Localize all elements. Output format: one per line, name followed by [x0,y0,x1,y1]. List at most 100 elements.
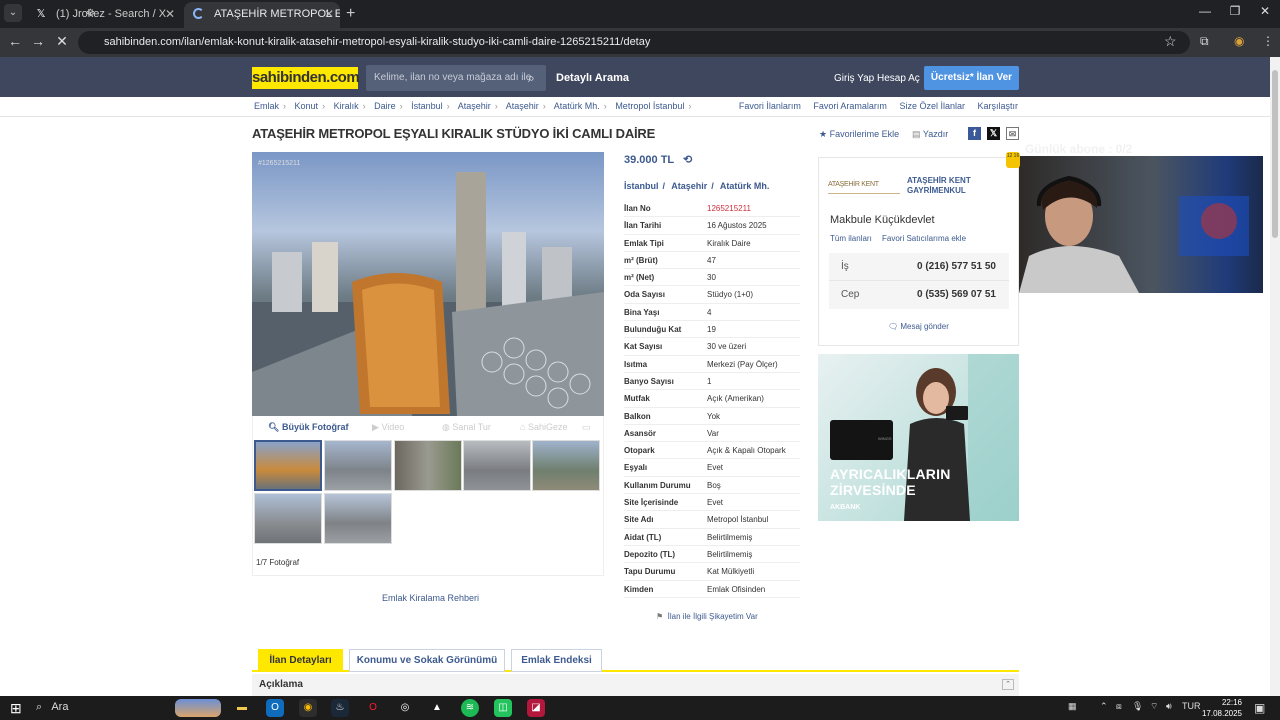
main-photo[interactable] [252,152,604,416]
email-share-icon[interactable]: ✉ [1006,127,1019,140]
print-button[interactable]: ▤ Yazdır [912,129,948,140]
x-share-icon[interactable]: 𝕏 [987,127,1000,140]
forward-button[interactable]: → [28,33,48,49]
thumbnail[interactable] [324,440,392,491]
browser-tab-active[interactable]: ATAŞEHİR METROPOL EŞYALI K ✕ [184,2,340,28]
breadcrumb-item[interactable]: İstanbul [411,101,443,111]
breadcrumb-item[interactable]: Konut [295,101,319,111]
extensions-icon[interactable]: ⧉ [1200,34,1209,49]
new-tab-button[interactable]: + [346,2,355,26]
location-district[interactable]: Ataşehir [671,181,707,191]
favorite-seller-link[interactable]: Favori Satıcılarıma ekle [882,234,966,243]
back-button[interactable]: ← [5,33,25,49]
search-icon[interactable]: ⌕ [528,71,535,86]
collapse-description-icon[interactable]: ⌃ [1002,679,1014,690]
microphone-icon[interactable]: 🎙︎ [1132,701,1143,712]
all-listings-link[interactable]: Tüm ilanları [830,234,872,243]
browser-tab-x[interactable]: 𝕏 (1) Jrokez - Search / X ✕ [26,2,181,28]
minimize-button[interactable]: — [1194,4,1216,18]
details-key: Isıtma [624,359,648,369]
login-link[interactable]: Giriş Yap [834,73,874,84]
app-icon[interactable]: ◪ [527,699,545,717]
site-logo[interactable]: sahibinden.com [252,67,360,89]
taskbar-search[interactable]: ⌕ Ara [36,701,68,714]
thumbnail[interactable] [254,440,322,491]
input-language[interactable]: TUR [1182,701,1201,711]
opera-icon[interactable]: O [364,699,382,717]
file-explorer-icon[interactable]: ▬ [233,699,251,717]
thumbnail[interactable] [254,493,322,544]
add-favorites-button[interactable]: ★ Favorilerime Ekle [819,129,899,140]
tab-search-button[interactable]: ⌄ [4,4,22,22]
breadcrumb-item[interactable]: Atatürk Mh. [554,101,600,111]
virtual-tour-button[interactable]: ◍ Sanal Tur [442,422,491,433]
favorite-searches-link[interactable]: Favori Aramalarım [813,101,887,111]
volume-icon[interactable]: 🔊︎ [1166,701,1172,712]
compare-link[interactable]: Karşılaştır [977,101,1018,111]
facebook-share-icon[interactable]: f [968,127,981,140]
advanced-search-link[interactable]: Detaylı Arama [556,72,629,84]
thumbnail[interactable] [324,493,392,544]
location-city[interactable]: İstanbul [624,181,659,191]
sahigeze-button[interactable]: ⌂ SahiGeze [520,422,567,432]
spotify-icon[interactable]: ≋ [461,699,479,717]
breadcrumb-item[interactable]: Metropol İstanbul [615,101,684,111]
tab-listing-details[interactable]: İlan Detayları [258,649,343,672]
app-icon[interactable]: ◫ [494,699,512,717]
app-icon[interactable]: ▲ [428,699,446,717]
scrollbar-thumb[interactable] [1272,70,1278,238]
breadcrumb-item[interactable]: Kiralık [334,101,359,111]
address-bar[interactable]: sahibinden.com/ilan/emlak-konut-kiralik-… [78,31,1190,54]
post-ad-button[interactable]: Ücretsiz* İlan Ver [924,66,1019,90]
thumbnail[interactable] [532,440,600,491]
favorite-listings-link[interactable]: Favori İlanlarım [739,101,801,111]
close-window-button[interactable]: ✕ [1254,4,1276,18]
profile-icon[interactable]: ◉ [1234,34,1244,48]
thumbnail[interactable] [463,440,531,491]
menu-icon[interactable]: ⋮ [1262,34,1274,48]
taskbar-widget-icon[interactable] [175,699,221,717]
restore-button[interactable]: ❐ [1224,4,1246,18]
breadcrumb-item[interactable]: Emlak [254,101,279,111]
location-neighborhood[interactable]: Atatürk Mh. [720,181,770,191]
obs-icon[interactable]: ◎ [396,699,414,717]
big-photo-button[interactable]: 🔍︎ Büyük Fotoğraf [268,422,348,433]
video-label: Video [381,422,405,432]
phone-number[interactable]: 0 (535) 569 07 51 [917,289,996,300]
outlook-icon[interactable]: O [266,699,284,717]
thumbnail[interactable] [394,440,462,491]
tray-icon[interactable]: ⧈ [1116,701,1122,712]
tray-overflow-icon[interactable]: ⌃ [1100,701,1108,712]
agency-logo[interactable]: ATAŞEHİR KENT [828,176,900,194]
notification-icon[interactable]: ▣ [1254,701,1265,715]
report-listing-link[interactable]: ⚑ İlan ile İlgili Şikayetim Var [656,612,758,621]
advertisement-banner[interactable]: WINGS AYRICALIKLARIN ZİRVESİNDE AKBANK [818,354,1019,521]
details-row: Aidat (TL) Belirtilmemiş [624,529,800,546]
taskbar-clock[interactable]: 22:16 17.08.2025 [1200,697,1242,719]
close-tab-icon[interactable]: ✕ [165,2,175,26]
special-listings-link[interactable]: Size Özel İlanlar [899,101,965,111]
wifi-icon[interactable]: ⌔ [1150,701,1158,712]
price-history-icon[interactable]: ⟲ [683,154,692,166]
send-message-button[interactable]: 🗨︎ Mesaj gönder [888,322,949,331]
chrome-icon[interactable]: ◉ [299,699,317,717]
search-input[interactable]: Kelime, ilan no veya mağaza adı ile ara [366,65,546,109]
phone-number[interactable]: 0 (216) 577 51 50 [917,261,996,272]
tab-real-estate-index[interactable]: Emlak Endeksi [511,649,602,672]
fullscreen-icon[interactable]: ▭ [582,422,591,433]
tab-location-street-view[interactable]: Konumu ve Sokak Görünümü [349,649,505,672]
register-link[interactable]: Hesap Aç [877,73,920,84]
close-tab-icon[interactable]: ✕ [324,2,334,26]
rental-guide-link[interactable]: Emlak Kiralama Rehberi [382,593,479,603]
breadcrumb-item[interactable]: Daire [374,101,396,111]
bookmark-star-icon[interactable]: ☆ [1164,33,1177,50]
breadcrumb-item[interactable]: Ataşehir [506,101,539,111]
site-info-icon[interactable]: ⚙ [86,8,95,19]
stop-loading-button[interactable]: ✕ [52,33,72,50]
tray-keyboard-icon[interactable]: ▦ [1068,701,1077,712]
steam-icon[interactable]: ♨ [331,699,349,717]
breadcrumb-item[interactable]: Ataşehir [458,101,491,111]
video-button[interactable]: ▶ Video [372,422,404,433]
windows-start-icon[interactable]: ⊞ [10,700,22,717]
agency-name[interactable]: ATAŞEHİR KENT GAYRİMENKUL [907,176,1007,196]
